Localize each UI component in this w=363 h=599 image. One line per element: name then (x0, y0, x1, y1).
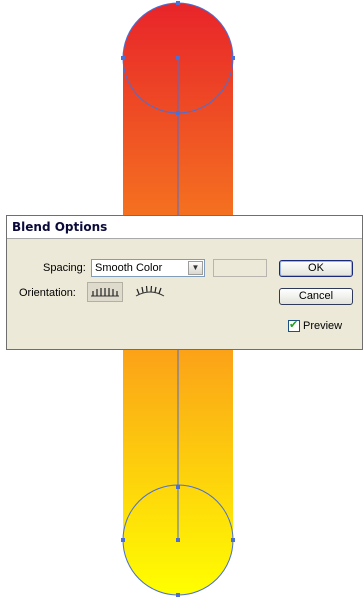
orientation-label: Orientation: (19, 287, 76, 299)
anchor-point[interactable] (176, 538, 180, 542)
steps-field (213, 259, 267, 277)
spacing-select-value: Smooth Color (95, 262, 163, 274)
align-to-page-icon (91, 288, 119, 297)
preview-checkbox[interactable]: ✔ (288, 318, 300, 332)
anchor-point[interactable] (121, 56, 125, 60)
preview-label[interactable]: Preview (303, 320, 342, 332)
chevron-down-icon[interactable]: ▼ (188, 261, 203, 275)
anchor-point[interactable] (231, 56, 235, 60)
ok-button[interactable]: OK (279, 260, 353, 277)
dialog-title: Blend Options (12, 220, 108, 234)
anchor-point[interactable] (176, 1, 180, 5)
align-to-path-icon (135, 285, 165, 297)
anchor-point[interactable] (176, 111, 180, 115)
checkmark-icon: ✔ (289, 318, 299, 331)
anchor-point[interactable] (231, 538, 235, 542)
anchor-point[interactable] (176, 593, 180, 597)
spacing-label: Spacing: (43, 262, 86, 274)
dialog-titlebar[interactable]: Blend Options (7, 216, 362, 239)
align-to-path-button[interactable] (133, 282, 169, 302)
anchor-point[interactable] (176, 485, 180, 489)
cancel-button[interactable]: Cancel (279, 288, 353, 305)
anchor-point[interactable] (176, 56, 180, 60)
spacing-select[interactable]: Smooth Color ▼ (91, 259, 205, 277)
blend-options-dialog: Blend Options Spacing: Smooth Color ▼ OK… (6, 215, 363, 350)
anchor-point[interactable] (121, 538, 125, 542)
align-to-page-button[interactable] (87, 282, 123, 302)
